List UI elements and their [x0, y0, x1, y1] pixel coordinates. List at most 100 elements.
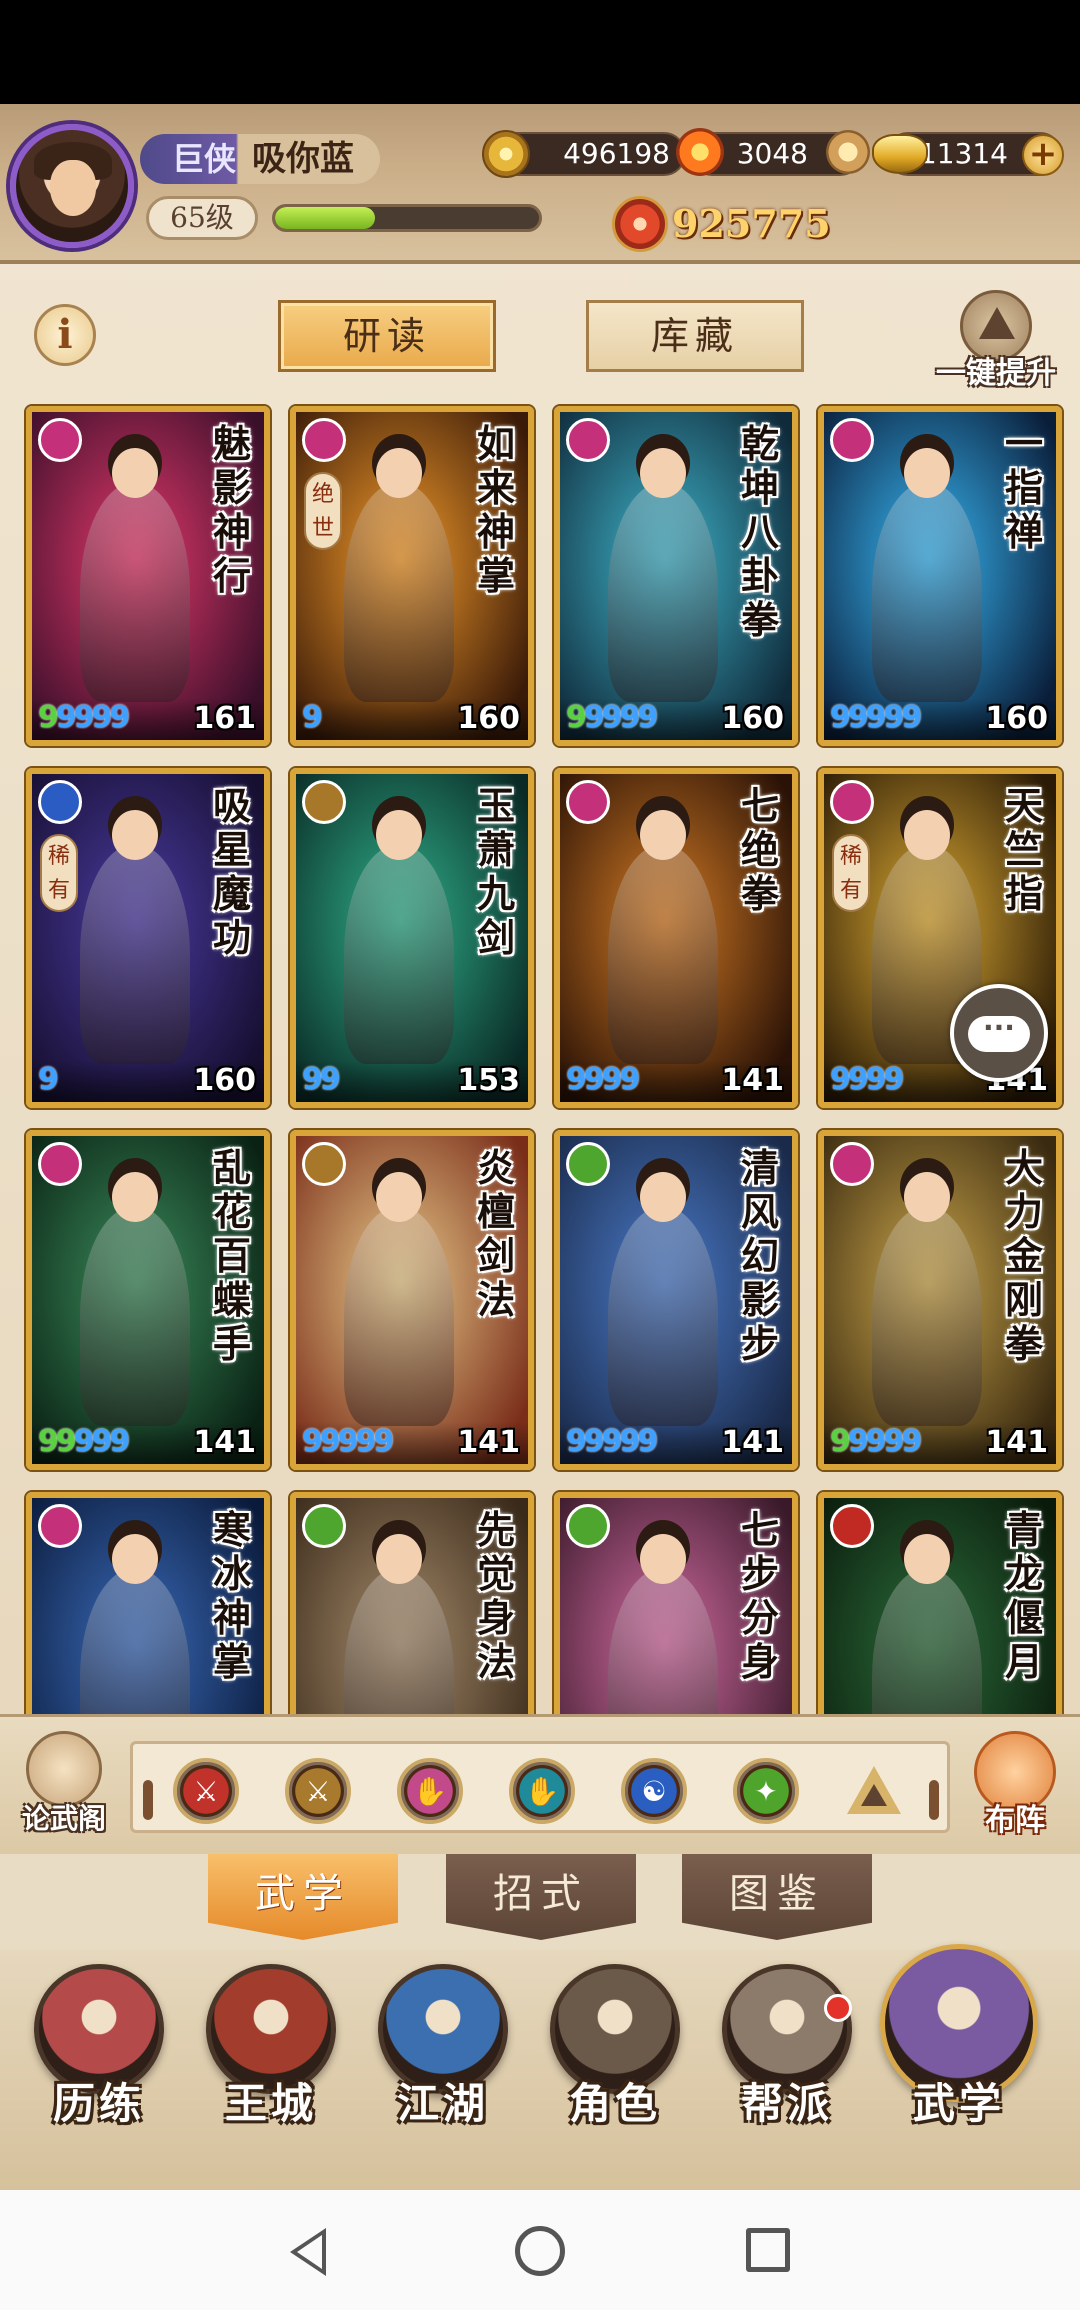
martial-art-card[interactable]: 清风幻影步 99999 141 [554, 1130, 798, 1470]
blue-drop-icon: 9 [601, 1062, 623, 1097]
card-character-head [376, 448, 422, 498]
star-drops: 99999 [830, 1424, 923, 1459]
martial-art-card[interactable]: 吸星魔功 稀有 9 160 [26, 768, 270, 1108]
info-button[interactable]: i [34, 304, 96, 366]
buzhen-button[interactable]: 布阵 [960, 1727, 1070, 1847]
nav-item-5[interactable]: 武学 [874, 1944, 1044, 2174]
card-character-head [112, 810, 158, 860]
blue-drop-icon: 9 [619, 1062, 641, 1097]
blue-drop-icon: 9 [38, 1062, 59, 1097]
android-nav-bar [0, 2190, 1080, 2310]
player-level: 65级 [146, 196, 258, 240]
blue-school-icon [38, 780, 82, 824]
sword-gold-filter-icon[interactable]: ⚔ [285, 1758, 351, 1824]
martial-art-card[interactable]: 乱花百蝶手 99999 141 [26, 1130, 270, 1470]
power-icon [612, 196, 668, 252]
star-drops: 99999 [302, 1424, 395, 1459]
blue-drop-icon: 9 [901, 1424, 923, 1459]
card-level: 141 [193, 1425, 256, 1460]
red-school-icon [830, 1504, 874, 1548]
martial-art-card[interactable]: 大力金刚拳 99999 141 [818, 1130, 1062, 1470]
card-level: 153 [457, 1063, 520, 1098]
card-title: 七步分身 [740, 1507, 779, 1684]
add-gold-button[interactable]: + [1022, 134, 1064, 176]
blue-drop-icon: 9 [583, 1424, 605, 1459]
pink-school-icon [38, 1504, 82, 1548]
sword-red-filter-icon[interactable]: ⚔ [173, 1758, 239, 1824]
green-drop-icon: 9 [38, 700, 59, 735]
step-green-filter-icon[interactable]: ✦ [733, 1758, 799, 1824]
blue-drop-icon: 9 [373, 1424, 395, 1459]
card-title: 先觉身法 [476, 1507, 515, 1684]
green-drop-icon: 9 [38, 1424, 59, 1459]
card-title: 一指禅 [1004, 421, 1043, 554]
martial-art-card[interactable]: 先觉身法 [290, 1492, 534, 1718]
blue-drop-icon: 9 [637, 1424, 659, 1459]
nav-label: 王城 [224, 2079, 317, 2128]
martial-art-card[interactable]: 乾坤八卦拳 99999 160 [554, 406, 798, 746]
star-drops: 9999 [566, 1062, 641, 1097]
chat-bubble-button[interactable] [950, 984, 1048, 1082]
school-filter-bar: 论武阁 ⚔ ⚔ ✋ ✋ ☯ ✦ 布阵 [0, 1714, 1080, 1854]
martial-art-card[interactable]: 玉萧九剑 99 153 [290, 768, 534, 1108]
card-character-head [376, 810, 422, 860]
card-character-figure [344, 844, 454, 1064]
filter-track-cap-left [143, 1780, 153, 1820]
nav-item-3[interactable]: 角色 [530, 1954, 700, 2174]
filter-track-cap-right [929, 1780, 939, 1820]
nav-item-0[interactable]: 历练 [14, 1954, 184, 2174]
back-icon[interactable] [290, 2228, 326, 2276]
star-drops: 9 [302, 700, 323, 735]
card-character-figure [344, 482, 454, 702]
pink-school-icon [566, 418, 610, 462]
tab-storage[interactable]: 库藏 [586, 300, 804, 372]
card-character-head [640, 1172, 686, 1222]
blue-drop-icon: 9 [302, 700, 323, 735]
home-icon[interactable] [515, 2226, 565, 2276]
bottom-nav: 武学 帮派 角色 江湖 王城 历练 [0, 1944, 1080, 2190]
martial-art-card[interactable]: 炎檀剑法 99999 141 [290, 1130, 534, 1470]
nav-item-1[interactable]: 王城 [186, 1954, 356, 2174]
pink-school-icon [302, 418, 346, 462]
recent-apps-icon[interactable] [746, 2228, 790, 2272]
blue-drop-icon: 9 [73, 1424, 95, 1459]
tab-wuxue[interactable]: 武学 [208, 1854, 398, 1940]
blue-drop-icon: 9 [319, 1062, 341, 1097]
tab-zhaoshi[interactable]: 招式 [446, 1854, 636, 1940]
card-character-figure [80, 844, 190, 1064]
gold-school-icon [302, 1142, 346, 1186]
martial-art-card[interactable]: 如来神掌 绝世 9 160 [290, 406, 534, 746]
hand-scroll-icon [26, 1731, 102, 1807]
player-avatar[interactable] [10, 124, 134, 248]
card-level: 161 [193, 701, 256, 736]
fist-pink-filter-icon[interactable]: ✋ [397, 1758, 463, 1824]
card-level: 141 [721, 1425, 784, 1460]
blue-drop-icon: 9 [847, 1062, 869, 1097]
rank-up-filter-icon[interactable] [841, 1758, 907, 1824]
taiji-blue-filter-icon[interactable]: ☯ [621, 1758, 687, 1824]
martial-art-card[interactable]: 七步分身 [554, 1492, 798, 1718]
martial-art-card[interactable]: 魅影神行 99999 161 [26, 406, 270, 746]
tab-study[interactable]: 研读 [278, 300, 496, 372]
one-click-upgrade-button[interactable]: 一键提升 [926, 290, 1066, 400]
blue-drop-icon: 9 [901, 700, 923, 735]
star-drops: 99 [302, 1062, 341, 1097]
card-level: 160 [985, 701, 1048, 736]
martial-art-card[interactable]: 青龙偃月 [818, 1492, 1062, 1718]
palm-teal-filter-icon[interactable]: ✋ [509, 1758, 575, 1824]
card-character-figure [608, 482, 718, 702]
martial-art-card[interactable]: 寒冰神掌 [26, 1492, 270, 1718]
card-character-head [376, 1172, 422, 1222]
nav-item-4[interactable]: 帮派 [702, 1954, 872, 2174]
guild-notification-dot [824, 1994, 852, 2022]
martial-art-card[interactable]: 一指禅 99999 160 [818, 406, 1062, 746]
blue-drop-icon: 9 [619, 700, 641, 735]
lunwuge-button[interactable]: 论武阁 [14, 1731, 114, 1841]
tab-tujian[interactable]: 图鉴 [682, 1854, 872, 1940]
buzhen-label: 布阵 [985, 1803, 1045, 1838]
martial-art-card[interactable]: 七绝拳 9999 141 [554, 768, 798, 1108]
nav-item-2[interactable]: 江湖 [358, 1954, 528, 2174]
exp-bar-fill [275, 207, 376, 229]
green-school-icon [302, 1504, 346, 1548]
status-bar [0, 0, 1080, 104]
